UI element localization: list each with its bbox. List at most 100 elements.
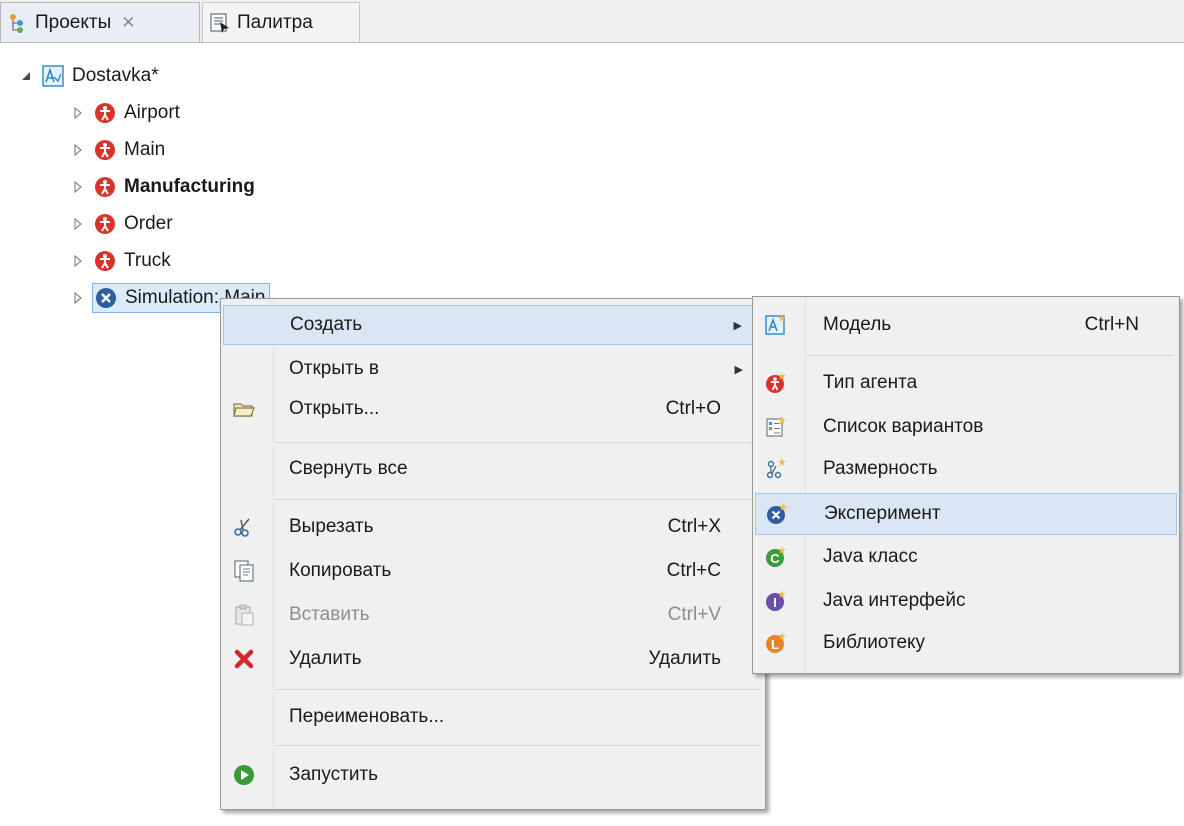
experiment-icon [767, 503, 787, 524]
menu-item-label: Тип агента [823, 372, 918, 393]
menu-item-label: Модель [823, 314, 892, 335]
menu-item-label: Открыть в [289, 358, 379, 379]
collapsed-arrow-icon[interactable] [72, 181, 84, 193]
menu-item-label: Вставить [289, 604, 370, 625]
menu-item-shortcut: Удалить [648, 648, 721, 669]
tree-node-airport[interactable]: Airport [72, 98, 180, 128]
menu-item-collapse-all[interactable]: Свернуть все [223, 449, 763, 489]
tree-node-label: Airport [124, 102, 180, 123]
palette-icon [210, 12, 229, 33]
java-interface-icon: I [766, 590, 786, 611]
tree-node-label: Truck [124, 250, 171, 271]
agent-icon [95, 140, 115, 160]
tree-node-order[interactable]: Order [72, 209, 173, 239]
menu-item-label: Размерность [823, 458, 938, 479]
collapsed-arrow-icon[interactable] [72, 144, 84, 156]
submenu-item-option-list[interactable]: Список вариантов [755, 407, 1177, 447]
model-icon [765, 314, 786, 335]
submenu-item-agent-type[interactable]: Тип агента [755, 363, 1177, 403]
menu-item-delete[interactable]: Удалить Удалить [223, 639, 763, 679]
collapsed-arrow-icon[interactable] [72, 107, 84, 119]
svg-text:C: C [770, 551, 780, 566]
menu-item-label: Вырезать [289, 516, 374, 537]
submenu-item-library[interactable]: L Библиотеку [755, 623, 1177, 663]
submenu-item-experiment[interactable]: Эксперимент [755, 493, 1177, 535]
tab-projects[interactable]: Проекты ✕ [0, 2, 200, 42]
menu-item-shortcut: Ctrl+C [666, 560, 721, 581]
menu-separator [275, 499, 759, 500]
projects-icon [10, 13, 23, 33]
menu-item-label: Копировать [289, 560, 392, 581]
menu-item-label: Java интерфейс [823, 590, 966, 611]
menu-separator [275, 745, 759, 746]
menu-item-label: Запустить [289, 764, 379, 785]
tree-node-main[interactable]: Main [72, 135, 165, 165]
submenu-item-java-interface[interactable]: I Java интерфейс [755, 581, 1177, 621]
tree-node-label: Main [124, 139, 166, 160]
menu-item-create[interactable]: Создать ▶ [223, 305, 763, 345]
menu-separator [275, 689, 759, 690]
option-list-icon [766, 416, 786, 437]
menu-item-label: Java класс [823, 546, 918, 567]
close-icon[interactable]: ✕ [121, 13, 135, 33]
menu-item-label: Открыть... [289, 398, 380, 419]
open-folder-icon [233, 403, 255, 417]
menu-item-open-in[interactable]: Открыть в ▶ [223, 349, 763, 389]
menu-item-shortcut: Ctrl+O [665, 398, 721, 419]
agent-type-icon [766, 372, 786, 393]
paste-icon [235, 604, 254, 626]
context-menu: Создать ▶ Открыть в ▶ Открыть... Ctrl+O … [220, 298, 766, 810]
submenu-item-dimension[interactable]: Размерность [755, 449, 1177, 489]
experiment-icon [96, 288, 116, 308]
agent-icon [95, 177, 115, 197]
model-icon [42, 65, 64, 87]
tab-palette-label: Палитра [237, 11, 313, 33]
tree-node-label: Dostavka* [72, 65, 159, 86]
copy-icon [234, 560, 254, 582]
dimension-icon [766, 458, 786, 479]
tree-node-manufacturing[interactable]: Manufacturing [72, 172, 255, 202]
menu-separator [807, 355, 1173, 356]
menu-item-run[interactable]: Запустить [223, 755, 763, 795]
library-icon: L [766, 632, 786, 653]
submenu-arrow-icon: ▶ [734, 363, 743, 376]
svg-text:I: I [773, 595, 777, 610]
agent-icon [95, 214, 115, 234]
java-class-icon: C [766, 546, 786, 567]
expanded-arrow-icon[interactable] [20, 70, 32, 82]
menu-item-label: Эксперимент [824, 503, 941, 524]
create-submenu: Модель Ctrl+N Тип агента Список варианто… [752, 296, 1180, 674]
agent-icon [95, 103, 115, 123]
submenu-item-model[interactable]: Модель Ctrl+N [755, 305, 1177, 345]
view-tab-bar: Проекты ✕ Палитра [0, 0, 1184, 43]
menu-item-label: Создать [290, 314, 363, 335]
menu-item-label: Удалить [289, 648, 362, 669]
scissors-icon [234, 518, 250, 537]
menu-item-label: Переименовать... [289, 706, 445, 727]
tree-node-truck[interactable]: Truck [72, 246, 171, 276]
tab-palette[interactable]: Палитра [202, 2, 360, 42]
tab-projects-label: Проекты [35, 11, 112, 33]
collapsed-arrow-icon[interactable] [72, 292, 84, 304]
tree-node-root[interactable]: Dostavka* [20, 61, 159, 91]
submenu-item-java-class[interactable]: C Java класс [755, 537, 1177, 577]
tree-node-label: Order [124, 213, 173, 234]
menu-item-copy[interactable]: Копировать Ctrl+C [223, 551, 763, 591]
menu-item-label: Свернуть все [289, 458, 408, 479]
menu-item-shortcut: Ctrl+N [1084, 314, 1139, 335]
menu-separator [275, 442, 759, 443]
collapsed-arrow-icon[interactable] [72, 218, 84, 230]
svg-text:L: L [771, 637, 779, 652]
menu-item-label: Список вариантов [823, 416, 984, 437]
collapsed-arrow-icon[interactable] [72, 255, 84, 267]
delete-icon [234, 649, 254, 669]
menu-item-paste[interactable]: Вставить Ctrl+V [223, 595, 763, 635]
agent-icon [95, 251, 115, 271]
menu-item-shortcut: Ctrl+X [667, 516, 721, 537]
menu-item-open[interactable]: Открыть... Ctrl+O [223, 389, 763, 429]
menu-item-cut[interactable]: Вырезать Ctrl+X [223, 507, 763, 547]
submenu-arrow-icon: ▶ [733, 319, 742, 332]
menu-item-rename[interactable]: Переименовать... [223, 697, 763, 737]
tree-node-label: Manufacturing [124, 176, 255, 197]
run-icon [234, 765, 254, 785]
